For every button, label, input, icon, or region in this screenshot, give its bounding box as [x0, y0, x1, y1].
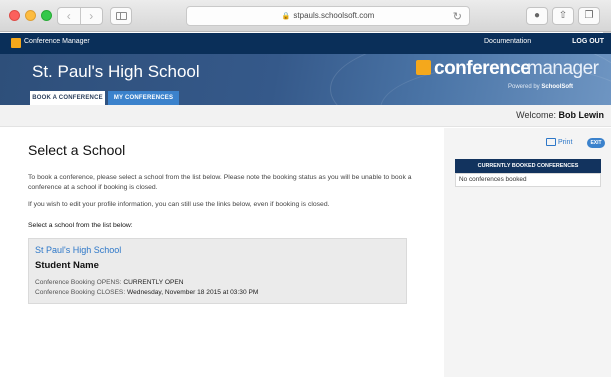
user-name: Bob Lewin	[558, 110, 605, 120]
opens-value: CURRENTLY OPEN	[123, 279, 184, 286]
lock-icon: 🔒	[281, 13, 291, 20]
forward-icon[interactable]: ›	[81, 8, 103, 24]
main-content: Select a School To book a conference, pl…	[0, 128, 444, 377]
brand-text-light: manager	[527, 58, 599, 79]
closes-label: Conference Booking CLOSES:	[35, 289, 126, 296]
conference-manager-logo-icon	[11, 38, 21, 48]
back-icon[interactable]: ‹	[58, 8, 81, 24]
close-window-button[interactable]	[9, 10, 20, 21]
tab-book-a-conference[interactable]: BOOK A CONFERENCE	[30, 91, 105, 105]
logout-link[interactable]: LOG OUT	[572, 38, 604, 45]
privacy-button[interactable]: ●	[526, 7, 548, 25]
right-sidebar: Print EXIT CURRENTLY BOOKED CONFERENCES …	[444, 128, 611, 377]
brand-logo-icon	[416, 60, 431, 75]
closes-value: Wednesday, November 18 2015 at 03:30 PM	[127, 289, 259, 296]
app-name: Conference Manager	[24, 38, 90, 45]
reload-icon[interactable]: ↻	[453, 8, 462, 26]
tabs-icon: ❐	[584, 10, 594, 21]
booked-conferences-empty: No conferences booked	[455, 173, 601, 187]
print-label: Print	[558, 138, 573, 146]
welcome-prefix: Welcome:	[516, 110, 556, 120]
sidebar-toggle-button[interactable]	[110, 7, 132, 25]
booked-conferences-header: CURRENTLY BOOKED CONFERENCES	[455, 159, 601, 173]
minimize-window-button[interactable]	[25, 10, 36, 21]
powered-by-prefix: Powered by	[508, 84, 540, 90]
header-banner: St. Paul's High School conference manage…	[0, 54, 611, 105]
documentation-link[interactable]: Documentation	[484, 38, 531, 45]
school-title: St. Paul's High School	[32, 62, 200, 81]
powered-by-brand: SchoolSoft	[541, 84, 574, 90]
school-card: St Paul's High School Student Name Confe…	[28, 238, 407, 304]
student-name: Student Name	[35, 260, 99, 271]
booking-closes: Conference Booking CLOSES: Wednesday, No…	[35, 289, 258, 296]
address-bar[interactable]: 🔒 stpauls.schoolsoft.com ↻	[186, 6, 470, 26]
print-link[interactable]: Print	[546, 138, 572, 146]
booking-opens: Conference Booking OPENS: CURRENTLY OPEN	[35, 279, 184, 286]
sidebar-icon	[116, 12, 127, 20]
profile-note: If you wish to edit your profile informa…	[28, 201, 330, 208]
page-title: Select a School	[28, 142, 126, 158]
school-link[interactable]: St Paul's High School	[35, 245, 121, 255]
history-nav: ‹ ›	[57, 7, 103, 25]
welcome-message: Welcome: Bob Lewin	[516, 110, 604, 120]
url-text: stpauls.schoolsoft.com	[293, 11, 375, 20]
share-button[interactable]: ⇧	[552, 7, 574, 25]
tabs-overview-button[interactable]: ❐	[578, 7, 600, 25]
list-label: Select a school from the list below:	[28, 222, 133, 229]
opens-label: Conference Booking OPENS:	[35, 279, 122, 286]
welcome-bar: Welcome: Bob Lewin	[0, 105, 611, 127]
zoom-window-button[interactable]	[41, 10, 52, 21]
shield-icon: ●	[533, 10, 541, 21]
powered-by: Powered by SchoolSoft	[508, 84, 573, 90]
printer-icon	[546, 138, 556, 146]
exit-button[interactable]: EXIT	[587, 138, 605, 148]
app-topbar: Conference Manager Documentation LOG OUT	[0, 33, 611, 54]
tab-my-conferences[interactable]: MY CONFERENCES	[108, 91, 179, 105]
browser-toolbar: ‹ › 🔒 stpauls.schoolsoft.com ↻ ● ⇧ ❐	[0, 0, 611, 32]
share-icon: ⇧	[558, 10, 568, 21]
brand-text-bold: conference	[434, 58, 531, 79]
intro-text: To book a conference, please select a sc…	[28, 174, 412, 191]
